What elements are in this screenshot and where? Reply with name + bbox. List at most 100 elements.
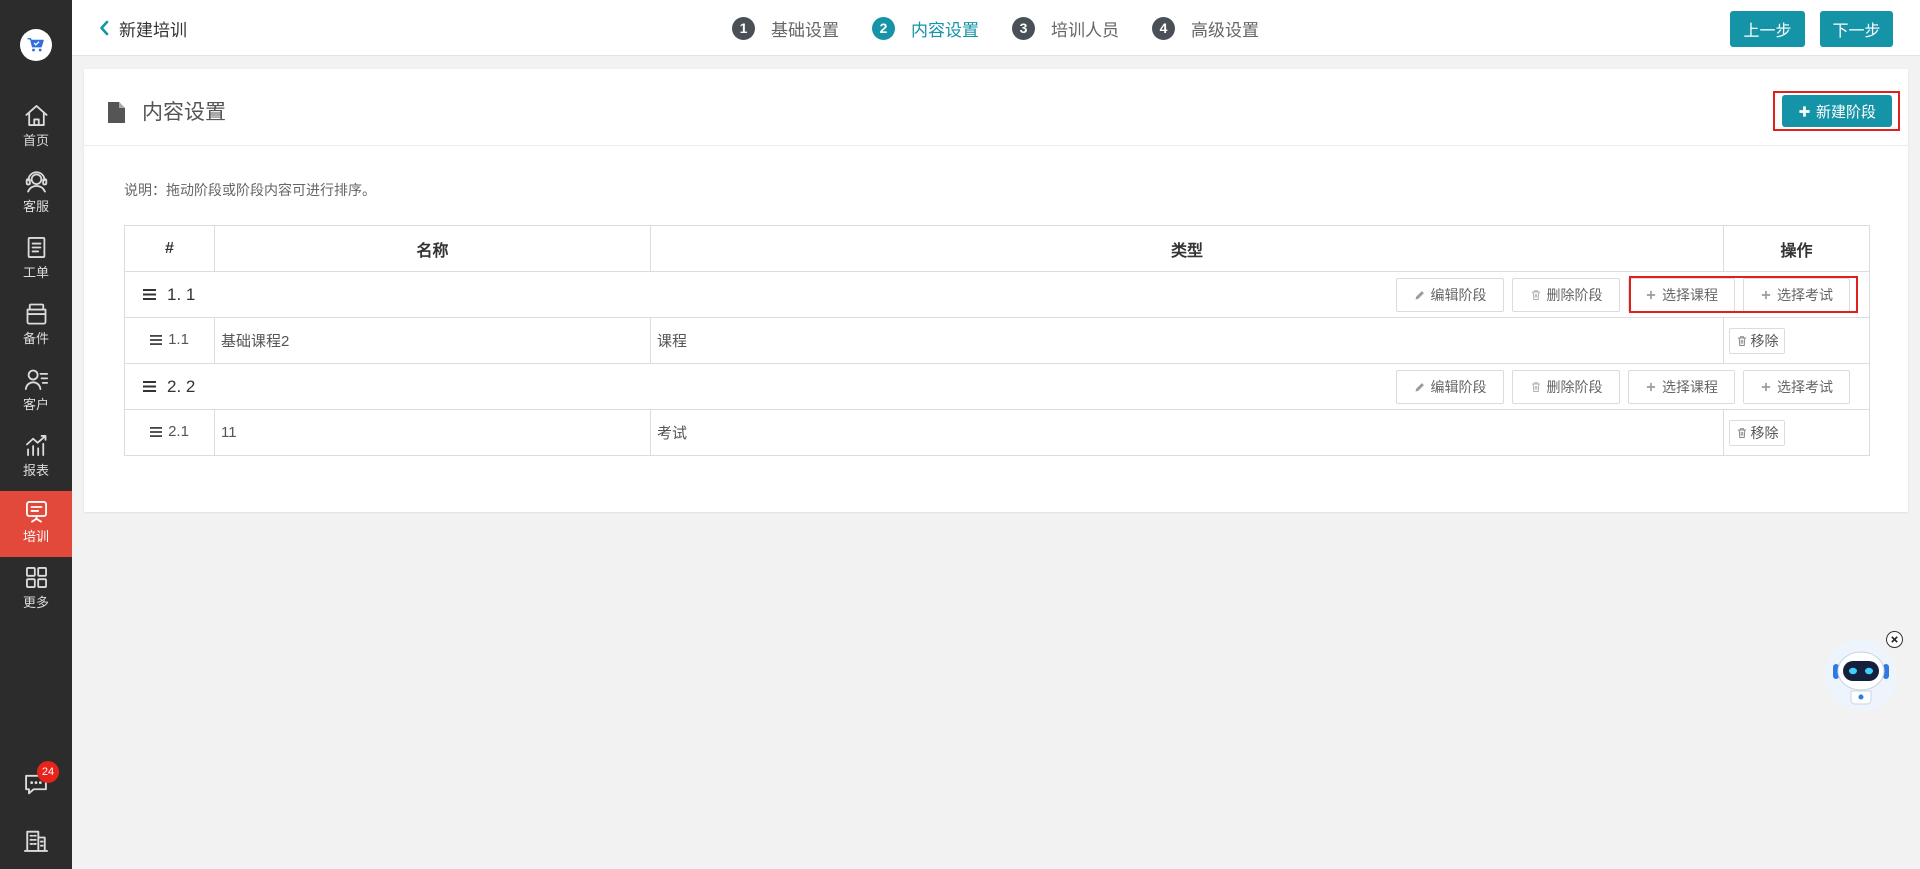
sidebar-item-label: 首页 <box>22 133 49 148</box>
edit-stage-button[interactable]: 编辑阶段 <box>1396 277 1504 312</box>
step-indicator: 1 基础设置 2 内容设置 3 培训人员 4 高级设置 <box>732 0 1259 56</box>
select-course-button[interactable]: 选择课程 <box>1628 369 1735 404</box>
headset-icon <box>25 171 47 193</box>
trash-icon <box>1531 289 1540 300</box>
button-label: 选择课程 <box>1662 286 1718 303</box>
plus-icon <box>1761 382 1771 391</box>
step-number: 3 <box>1012 16 1035 40</box>
sidebar-item-label: 客户 <box>22 397 49 412</box>
sidebar-item-label: 报表 <box>22 463 49 478</box>
back-button[interactable]: 新建培训 <box>99 0 187 56</box>
select-exam-button[interactable]: 选择考试 <box>1743 277 1850 312</box>
sidebar-item-customers[interactable]: 客户 <box>0 359 72 425</box>
stage-label: 1. 1 <box>167 284 196 304</box>
pencil-icon <box>1415 382 1424 391</box>
chevron-left-icon <box>100 20 109 36</box>
clipboard-icon <box>27 237 45 258</box>
step-label: 内容设置 <box>911 20 979 40</box>
step-label: 基础设置 <box>771 20 839 40</box>
plus-icon <box>1646 382 1656 391</box>
stage-drag-handle[interactable]: 1. 1 <box>143 285 195 305</box>
stage-label: 2. 2 <box>167 376 196 396</box>
edit-stage-button[interactable]: 编辑阶段 <box>1396 369 1504 404</box>
content-settings-panel: 内容设置 新建阶段 说明：拖动阶段或阶段内容可进行排序。 # 名称 类型 操作 <box>84 69 1908 512</box>
stage-row[interactable]: 2. 2 编辑阶段 删除阶段 选择课程 选择考试 <box>124 363 1870 410</box>
drag-handle-icon <box>143 289 156 300</box>
new-stage-button[interactable]: 新建阶段 <box>1782 95 1892 127</box>
step-trainees[interactable]: 3 培训人员 <box>1012 16 1119 41</box>
messages-button[interactable]: 24 <box>22 761 59 798</box>
page-title: 新建培训 <box>119 20 187 40</box>
stage-drag-handle[interactable]: 2. 2 <box>143 377 195 397</box>
step-number: 4 <box>1152 16 1175 40</box>
step-basic-settings[interactable]: 1 基础设置 <box>732 16 839 41</box>
step-content-settings[interactable]: 2 内容设置 <box>872 16 979 41</box>
app-logo[interactable] <box>20 29 52 61</box>
column-header-index: # <box>124 225 215 272</box>
chart-icon <box>25 435 46 456</box>
column-header-type: 类型 <box>650 225 1724 272</box>
assistant-widget[interactable] <box>1824 638 1898 712</box>
remove-item-button[interactable]: 移除 <box>1729 419 1785 446</box>
column-header-actions: 操作 <box>1723 225 1870 272</box>
new-stage-label: 新建阶段 <box>1815 103 1876 121</box>
button-label: 移除 <box>1750 332 1779 349</box>
panel-header: 内容设置 新建阶段 <box>84 69 1908 146</box>
sidebar-item-label: 培训 <box>22 529 49 544</box>
stage-actions: 编辑阶段 删除阶段 选择课程 选择考试 <box>1396 277 1850 312</box>
prev-step-button[interactable]: 上一步 <box>1730 11 1805 47</box>
item-type: 课程 <box>650 317 1724 364</box>
item-index: 2.1 <box>168 423 189 441</box>
table-header-row: # 名称 类型 操作 <box>124 225 1870 272</box>
stage-row[interactable]: 1. 1 编辑阶段 删除阶段 选择课程 选择考试 <box>124 271 1870 318</box>
remove-item-button[interactable]: 移除 <box>1729 327 1785 354</box>
plus-icon <box>1799 105 1810 117</box>
sidebar-item-more[interactable]: 更多 <box>0 557 72 623</box>
button-label: 选择考试 <box>1777 378 1833 395</box>
close-assistant-button[interactable] <box>1886 631 1903 648</box>
trash-icon <box>1531 381 1540 392</box>
sidebar-item-label: 工单 <box>22 265 49 280</box>
column-header-name: 名称 <box>214 225 651 272</box>
stage-item-row[interactable]: 2.1 11 考试 移除 <box>124 409 1870 456</box>
step-advanced-settings[interactable]: 4 高级设置 <box>1152 16 1259 41</box>
top-bar: 新建培训 1 基础设置 2 内容设置 3 培训人员 4 高级设置 上一步 下一步 <box>72 0 1920 56</box>
sidebar-item-spare-parts[interactable]: 备件 <box>0 293 72 359</box>
button-label: 选择课程 <box>1662 378 1718 395</box>
plus-icon <box>1761 290 1771 299</box>
training-icon <box>25 501 47 523</box>
button-label: 删除阶段 <box>1546 378 1603 395</box>
stage-actions: 编辑阶段 删除阶段 选择课程 选择考试 <box>1396 369 1850 404</box>
step-number: 1 <box>732 16 755 40</box>
organization-button[interactable] <box>22 827 50 855</box>
sidebar-item-home[interactable]: 首页 <box>0 95 72 161</box>
drag-handle-icon <box>143 381 156 392</box>
sidebar-item-reports[interactable]: 报表 <box>0 425 72 491</box>
item-drag-handle[interactable]: 2.1 <box>150 423 189 440</box>
button-label: 编辑阶段 <box>1430 378 1487 395</box>
button-label: 移除 <box>1750 424 1779 441</box>
drag-handle-icon <box>150 426 163 437</box>
plus-icon <box>1646 290 1656 299</box>
item-type: 考试 <box>650 409 1724 456</box>
drag-handle-icon <box>150 334 163 345</box>
sidebar: 首页 客服 工单 备件 客户 报表 培训 更多 24 <box>0 0 72 869</box>
item-drag-handle[interactable]: 1.1 <box>150 331 189 348</box>
item-name: 基础课程2 <box>214 317 651 364</box>
sidebar-item-training[interactable]: 培训 <box>0 491 72 557</box>
stage-item-row[interactable]: 1.1 基础课程2 课程 移除 <box>124 317 1870 364</box>
select-course-button[interactable]: 选择课程 <box>1628 277 1735 312</box>
delete-stage-button[interactable]: 删除阶段 <box>1512 277 1620 312</box>
document-icon <box>108 102 125 123</box>
delete-stage-button[interactable]: 删除阶段 <box>1512 369 1620 404</box>
sidebar-nav: 首页 客服 工单 备件 客户 报表 培训 更多 <box>0 95 72 623</box>
close-icon <box>1891 636 1898 643</box>
select-exam-button[interactable]: 选择考试 <box>1743 369 1850 404</box>
panel-title: 内容设置 <box>142 101 226 124</box>
next-step-button[interactable]: 下一步 <box>1820 11 1893 47</box>
sort-hint: 说明：拖动阶段或阶段内容可进行排序。 <box>124 182 376 198</box>
home-icon <box>24 105 48 126</box>
sidebar-item-service[interactable]: 客服 <box>0 161 72 227</box>
sidebar-item-tickets[interactable]: 工单 <box>0 227 72 293</box>
sidebar-item-label: 备件 <box>22 331 49 346</box>
